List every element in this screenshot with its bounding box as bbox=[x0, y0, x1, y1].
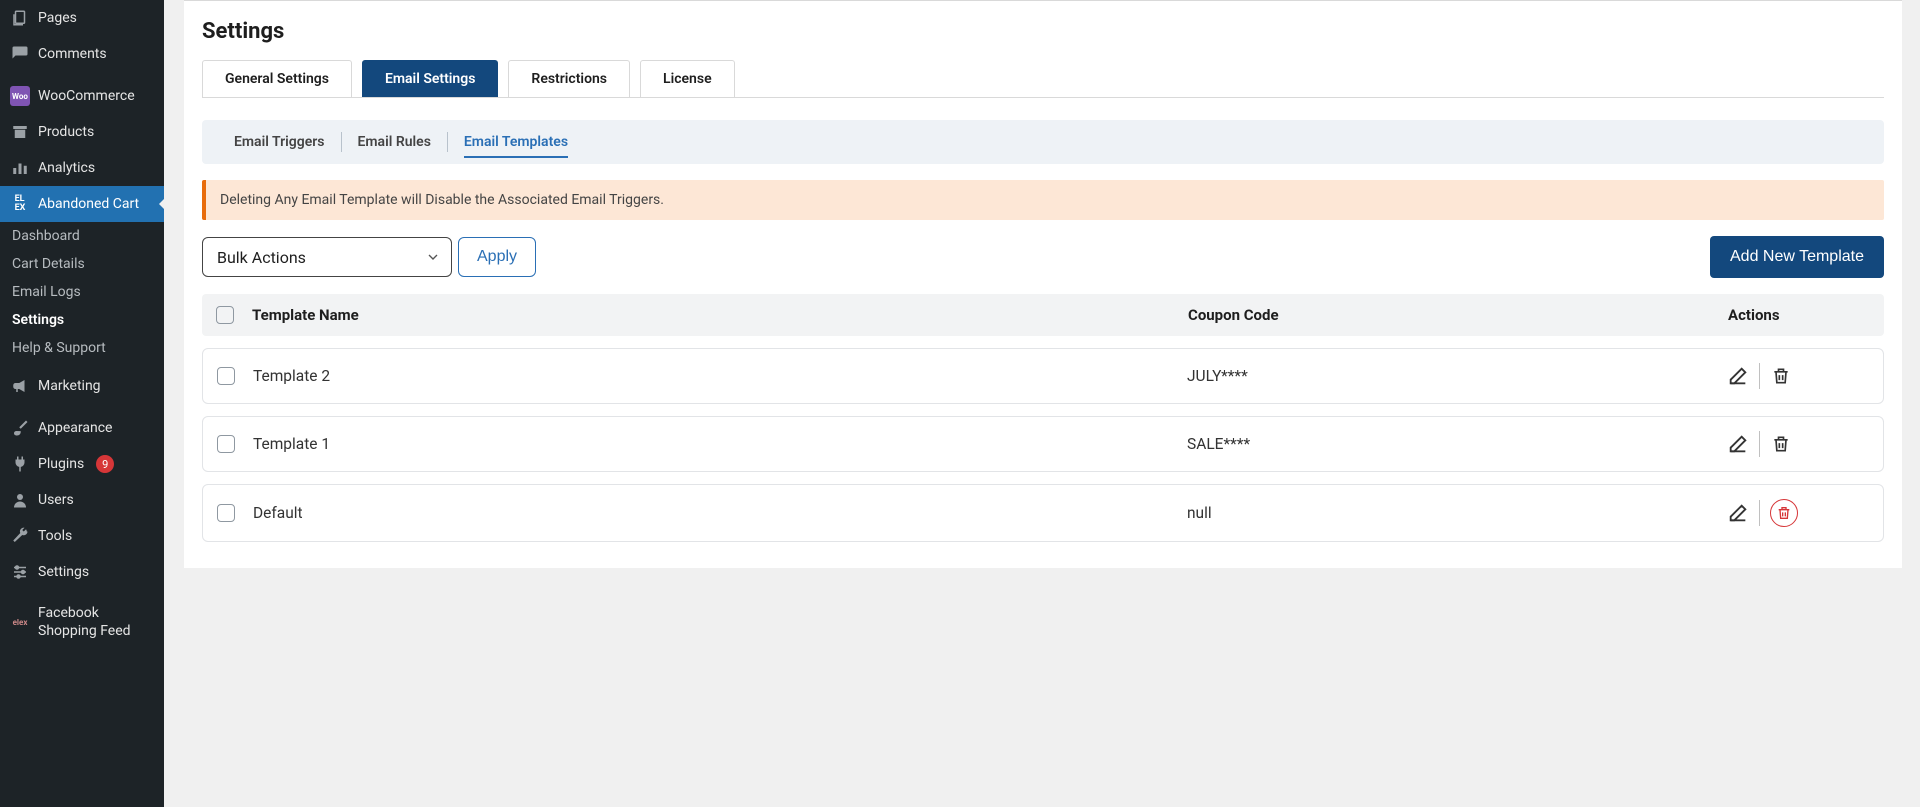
tab-email-settings[interactable]: Email Settings bbox=[362, 60, 498, 97]
divider bbox=[1759, 500, 1760, 526]
submenu-item-email-logs[interactable]: Email Logs bbox=[0, 278, 164, 306]
table-header: Template Name Coupon Code Actions bbox=[202, 294, 1884, 336]
email-subtabs: Email Triggers Email Rules Email Templat… bbox=[202, 120, 1884, 164]
cell-template-name: Template 2 bbox=[253, 367, 1187, 385]
add-new-template-button[interactable]: Add New Template bbox=[1710, 236, 1884, 278]
sidebar-label: Settings bbox=[38, 563, 89, 581]
table-row: Default null bbox=[202, 484, 1884, 542]
elex-icon: ELEX bbox=[10, 194, 30, 214]
sidebar-item-pages[interactable]: Pages bbox=[0, 0, 164, 36]
bulk-actions-select[interactable]: Bulk Actions bbox=[202, 237, 452, 277]
sidebar-item-facebook-feed[interactable]: elex Facebook Shopping Feed bbox=[0, 596, 164, 648]
sidebar-item-tools[interactable]: Tools bbox=[0, 518, 164, 554]
sidebar-label: Analytics bbox=[38, 159, 95, 177]
edit-icon[interactable] bbox=[1727, 502, 1749, 524]
settings-tabs: General Settings Email Settings Restrict… bbox=[202, 60, 1884, 98]
elex-icon: elex bbox=[10, 612, 30, 632]
trash-icon[interactable] bbox=[1770, 365, 1792, 387]
user-icon bbox=[10, 490, 30, 510]
sliders-icon bbox=[10, 562, 30, 582]
table-row: Template 2 JULY**** bbox=[202, 348, 1884, 404]
warning-notice: Deleting Any Email Template will Disable… bbox=[202, 180, 1884, 220]
cell-template-name: Template 1 bbox=[253, 435, 1187, 453]
row-checkbox[interactable] bbox=[217, 367, 235, 385]
subtab-email-templates[interactable]: Email Templates bbox=[448, 132, 584, 152]
bars-icon bbox=[10, 158, 30, 178]
submenu-item-help[interactable]: Help & Support bbox=[0, 334, 164, 362]
trash-icon[interactable] bbox=[1770, 499, 1798, 527]
admin-sidebar: Pages Comments Woo WooCommerce Products … bbox=[0, 0, 164, 807]
sidebar-label: Tools bbox=[38, 527, 72, 545]
sidebar-label: Abandoned Cart bbox=[38, 195, 139, 213]
col-coupon-code: Coupon Code bbox=[1188, 306, 1728, 324]
row-checkbox[interactable] bbox=[217, 504, 235, 522]
archive-icon bbox=[10, 122, 30, 142]
sidebar-item-abandoned-cart[interactable]: ELEX Abandoned Cart bbox=[0, 186, 164, 222]
plugins-update-badge: 9 bbox=[96, 455, 114, 473]
sidebar-item-plugins[interactable]: Plugins 9 bbox=[0, 446, 164, 482]
cell-coupon-code: SALE**** bbox=[1187, 435, 1727, 453]
row-checkbox[interactable] bbox=[217, 435, 235, 453]
sidebar-item-appearance[interactable]: Appearance bbox=[0, 410, 164, 446]
sidebar-item-settings[interactable]: Settings bbox=[0, 554, 164, 590]
sidebar-label: Comments bbox=[38, 45, 107, 63]
sidebar-label: Appearance bbox=[38, 419, 112, 437]
wrench-icon bbox=[10, 526, 30, 546]
divider bbox=[1759, 363, 1760, 389]
sidebar-label: Marketing bbox=[38, 377, 101, 395]
trash-icon[interactable] bbox=[1770, 433, 1792, 455]
bulk-actions-label: Bulk Actions bbox=[217, 248, 306, 267]
pages-icon bbox=[10, 8, 30, 28]
sidebar-label: Facebook Shopping Feed bbox=[38, 604, 154, 640]
select-all-checkbox[interactable] bbox=[216, 306, 234, 324]
templates-table: Template Name Coupon Code Actions Templa… bbox=[202, 294, 1884, 542]
table-row: Template 1 SALE**** bbox=[202, 416, 1884, 472]
cell-coupon-code: null bbox=[1187, 504, 1727, 522]
woo-icon: Woo bbox=[10, 86, 30, 106]
sidebar-item-products[interactable]: Products bbox=[0, 114, 164, 150]
main-area: Settings General Settings Email Settings… bbox=[164, 0, 1920, 807]
plug-icon bbox=[10, 454, 30, 474]
submenu-item-cart-details[interactable]: Cart Details bbox=[0, 250, 164, 278]
comment-icon bbox=[10, 44, 30, 64]
sidebar-item-analytics[interactable]: Analytics bbox=[0, 150, 164, 186]
sidebar-label: Users bbox=[38, 491, 74, 509]
apply-button[interactable]: Apply bbox=[458, 237, 536, 277]
edit-icon[interactable] bbox=[1727, 433, 1749, 455]
subtab-email-rules[interactable]: Email Rules bbox=[342, 132, 448, 152]
settings-panel: Settings General Settings Email Settings… bbox=[184, 0, 1902, 568]
cell-coupon-code: JULY**** bbox=[1187, 367, 1727, 385]
col-actions: Actions bbox=[1728, 306, 1878, 324]
tab-license[interactable]: License bbox=[640, 60, 735, 97]
chevron-down-icon bbox=[425, 249, 441, 265]
megaphone-icon bbox=[10, 376, 30, 396]
tab-general-settings[interactable]: General Settings bbox=[202, 60, 352, 97]
sidebar-item-users[interactable]: Users bbox=[0, 482, 164, 518]
divider bbox=[1759, 431, 1760, 457]
submenu-item-dashboard[interactable]: Dashboard bbox=[0, 222, 164, 250]
cell-template-name: Default bbox=[253, 504, 1187, 522]
sidebar-label: Plugins bbox=[38, 455, 84, 473]
sidebar-item-woocommerce[interactable]: Woo WooCommerce bbox=[0, 78, 164, 114]
subtab-email-triggers[interactable]: Email Triggers bbox=[218, 132, 342, 152]
templates-toolbar: Bulk Actions Apply Add New Template bbox=[202, 236, 1884, 278]
brush-icon bbox=[10, 418, 30, 438]
sidebar-label: WooCommerce bbox=[38, 87, 135, 105]
col-template-name: Template Name bbox=[252, 306, 1188, 324]
tab-restrictions[interactable]: Restrictions bbox=[508, 60, 630, 97]
sidebar-item-marketing[interactable]: Marketing bbox=[0, 368, 164, 404]
sidebar-label: Products bbox=[38, 123, 94, 141]
sidebar-label: Pages bbox=[38, 9, 77, 27]
page-title: Settings bbox=[202, 7, 1884, 60]
edit-icon[interactable] bbox=[1727, 365, 1749, 387]
submenu-item-settings[interactable]: Settings bbox=[0, 306, 164, 334]
sidebar-item-comments[interactable]: Comments bbox=[0, 36, 164, 72]
